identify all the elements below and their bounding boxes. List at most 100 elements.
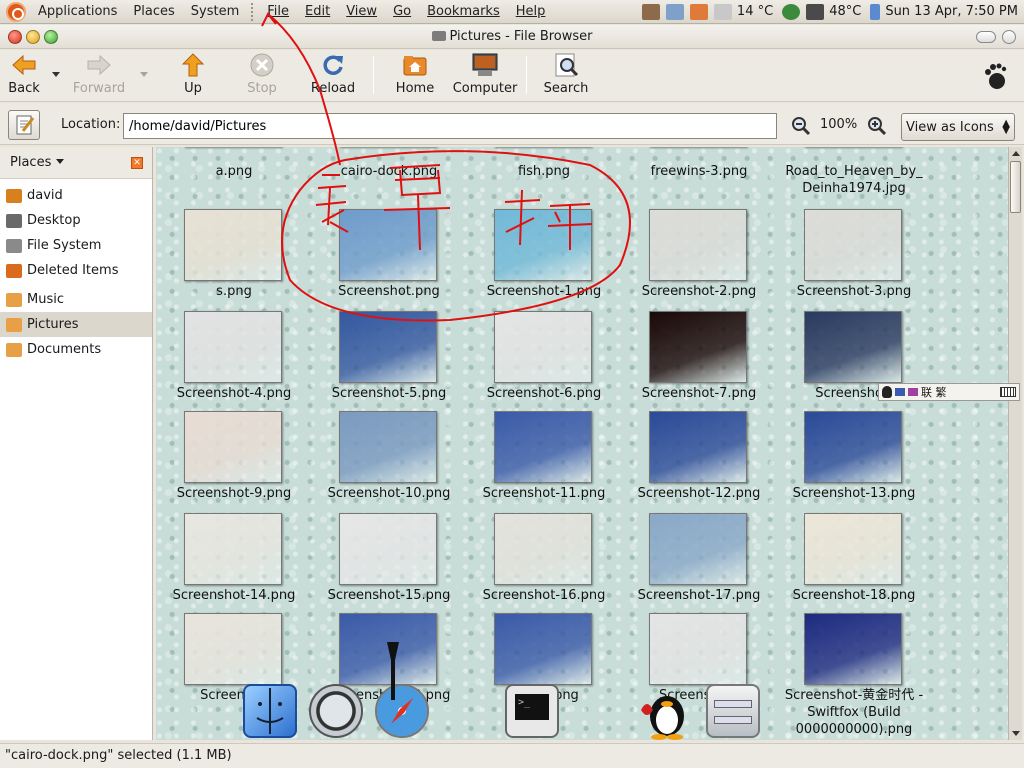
- volume-icon[interactable]: [870, 3, 881, 20]
- ime-punct-icon[interactable]: [908, 388, 918, 396]
- file-thumbnail[interactable]: [804, 209, 902, 281]
- location-input[interactable]: [123, 113, 777, 139]
- finder-dock-icon[interactable]: [243, 684, 297, 738]
- forward-history-dropdown[interactable]: [140, 72, 148, 77]
- file-thumbnail[interactable]: [184, 411, 282, 483]
- file-thumbnail[interactable]: [494, 513, 592, 585]
- image-tool-icon[interactable]: [665, 3, 684, 20]
- file-thumbnail[interactable]: [494, 311, 592, 383]
- file-thumbnail[interactable]: [184, 311, 282, 383]
- penguin-icon: [882, 386, 892, 398]
- file-thumbnail[interactable]: [649, 311, 747, 383]
- file-menu[interactable]: File: [259, 0, 297, 24]
- zoom-in-icon[interactable]: [866, 115, 888, 137]
- file-thumbnail[interactable]: [339, 513, 437, 585]
- back-history-dropdown[interactable]: [52, 72, 60, 77]
- view-mode-select[interactable]: View as Icons ▲ ▼: [901, 113, 1015, 141]
- vertical-scrollbar[interactable]: [1008, 147, 1022, 740]
- display-icon[interactable]: [641, 3, 660, 20]
- file-thumbnail[interactable]: [339, 311, 437, 383]
- zoom-out-icon[interactable]: [790, 115, 812, 137]
- file-name: Screenshot-16.png: [482, 588, 606, 603]
- up-button[interactable]: Up: [180, 53, 206, 99]
- sidebar-item-file-system[interactable]: File System: [0, 233, 152, 258]
- terminal-dock-icon[interactable]: >_: [505, 684, 559, 738]
- sidebar-item-documents[interactable]: Documents: [0, 337, 152, 362]
- window-titlebar[interactable]: Pictures - File Browser: [0, 25, 1024, 49]
- qq-penguin-dock-icon[interactable]: [637, 680, 691, 740]
- file-thumbnail[interactable]: [804, 513, 902, 585]
- messenger-icon[interactable]: [782, 3, 801, 20]
- file-thumbnail[interactable]: [804, 411, 902, 483]
- folder-icon: [6, 342, 22, 357]
- file-thumbnail[interactable]: [804, 311, 902, 383]
- edit-menu[interactable]: Edit: [297, 0, 338, 24]
- sidebar-item-deleted-items[interactable]: Deleted Items: [0, 258, 152, 283]
- computer-button[interactable]: Computer: [453, 53, 517, 99]
- back-button[interactable]: Back: [8, 53, 40, 99]
- places-dropdown[interactable]: Places: [10, 155, 64, 170]
- clock[interactable]: Sun 13 Apr, 7:50 PM: [885, 4, 1018, 19]
- zoom-level[interactable]: 100%: [820, 117, 857, 132]
- system-menu[interactable]: System: [183, 0, 247, 24]
- scroll-up-arrow-icon[interactable]: [1012, 151, 1020, 156]
- file-thumbnail[interactable]: [494, 209, 592, 281]
- reload-button[interactable]: Reload: [311, 53, 355, 99]
- sidebar-item-label: david: [27, 188, 63, 203]
- go-menu[interactable]: Go: [385, 0, 419, 24]
- ubuntu-logo-icon[interactable]: [6, 1, 26, 22]
- file-thumbnail[interactable]: [184, 513, 282, 585]
- file-name: fish.png: [517, 164, 571, 179]
- menu-button[interactable]: [1002, 30, 1016, 44]
- ime-mode-icon[interactable]: [895, 388, 905, 396]
- icon-view[interactable]: a.png cairo-dock.png fish.png freewins-3.pn…: [156, 147, 1008, 740]
- safari-compass-dock-icon[interactable]: [375, 684, 429, 738]
- applications-menu[interactable]: Applications: [30, 0, 125, 24]
- forward-button[interactable]: Forward: [73, 53, 125, 99]
- file-cabinet-dock-icon[interactable]: [706, 684, 760, 738]
- time-machine-dock-icon[interactable]: [309, 684, 363, 738]
- chevron-updown-icon: ▲ ▼: [1002, 118, 1010, 136]
- sidebar-item-desktop[interactable]: Desktop: [0, 208, 152, 233]
- search-button[interactable]: Search: [544, 53, 588, 99]
- file-thumbnail[interactable]: [494, 411, 592, 483]
- places-menu[interactable]: Places: [125, 0, 182, 24]
- scrollbar-thumb[interactable]: [1010, 161, 1021, 213]
- keyboard-icon[interactable]: [1000, 387, 1016, 397]
- file-thumbnail[interactable]: [184, 613, 282, 685]
- file-thumbnail[interactable]: [804, 613, 902, 685]
- scroll-down-arrow-icon[interactable]: [1012, 731, 1020, 736]
- file-thumbnail[interactable]: [649, 411, 747, 483]
- home-button[interactable]: Home: [395, 53, 435, 99]
- file-thumbnail[interactable]: [649, 209, 747, 281]
- file-name: a.png: [215, 164, 253, 179]
- sidebar-item-music[interactable]: Music: [0, 287, 152, 312]
- help-menu[interactable]: Help: [508, 0, 554, 24]
- ime-labels[interactable]: 联 繁: [921, 384, 947, 400]
- weather-icon[interactable]: [713, 3, 732, 20]
- stand-decoration-icon: [385, 640, 401, 700]
- update-icon[interactable]: [689, 3, 708, 20]
- bookmarks-menu[interactable]: Bookmarks: [419, 0, 508, 24]
- file-thumbnail[interactable]: [339, 411, 437, 483]
- desktop-icon: [6, 213, 22, 228]
- file-thumbnail[interactable]: [649, 613, 747, 685]
- view-mode-value: View as Icons: [906, 120, 994, 135]
- sidebar-item-label: Deleted Items: [27, 263, 119, 278]
- arrow-right-icon: [86, 53, 112, 77]
- file-name: Screenshot-3.png: [796, 284, 912, 299]
- file-thumbnail[interactable]: [339, 209, 437, 281]
- close-icon[interactable]: ✕: [131, 157, 143, 169]
- stop-button[interactable]: Stop: [247, 53, 277, 99]
- shade-button[interactable]: [976, 31, 996, 43]
- file-thumbnail[interactable]: [494, 613, 592, 685]
- sidebar-item-pictures[interactable]: Pictures: [0, 312, 152, 337]
- file-thumbnail[interactable]: [184, 209, 282, 281]
- file-thumbnail[interactable]: [649, 513, 747, 585]
- input-method-bar[interactable]: 联 繁: [878, 383, 1020, 401]
- sidebar-item-david[interactable]: david: [0, 183, 152, 208]
- toggle-location-button[interactable]: [8, 110, 40, 140]
- weather-temperature: 14 °C: [736, 4, 774, 19]
- hardware-sensor-icon[interactable]: [806, 3, 825, 20]
- view-menu[interactable]: View: [338, 0, 385, 24]
